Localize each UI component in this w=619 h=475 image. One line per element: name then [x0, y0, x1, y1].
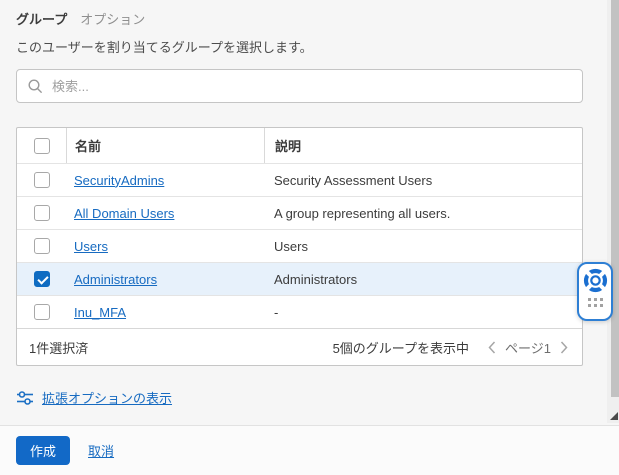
- group-description: Users: [264, 230, 582, 262]
- row-checkbox[interactable]: [34, 304, 50, 320]
- selected-count: 1件選択済: [29, 338, 88, 357]
- table-footer: 1件選択済 5個のグループを表示中 ページ1: [17, 328, 582, 365]
- showing-count: 5個のグループを表示中: [333, 338, 469, 357]
- tab-options[interactable]: オプション: [80, 9, 145, 28]
- action-bar: 作成 取消: [0, 426, 619, 475]
- create-button[interactable]: 作成: [16, 436, 70, 465]
- group-description: Security Assessment Users: [264, 164, 582, 196]
- show-advanced-options-link[interactable]: 拡張オプションの表示: [42, 388, 172, 407]
- group-name-link[interactable]: Inu_MFA: [74, 305, 126, 320]
- groups-table: 名前 説明 SecurityAdmins Security Assessment…: [16, 127, 583, 366]
- assign-groups-panel: グループ オプション このユーザーを割り当てるグループを選択します。 名前 説明…: [0, 0, 619, 475]
- table-row: Inu_MFA -: [17, 295, 582, 328]
- row-checkbox[interactable]: [34, 172, 50, 188]
- group-description: A group representing all users.: [264, 197, 582, 229]
- table-row: Administrators Administrators: [17, 262, 582, 295]
- group-search[interactable]: [16, 69, 583, 103]
- row-checkbox[interactable]: [34, 271, 50, 287]
- resize-grip[interactable]: [610, 412, 618, 420]
- drag-handle-dots-icon[interactable]: [588, 298, 603, 307]
- scroll-area: グループ オプション このユーザーを割り当てるグループを選択します。 名前 説明…: [0, 0, 619, 425]
- cancel-link[interactable]: 取消: [88, 441, 114, 460]
- search-icon: [27, 78, 43, 94]
- table-row: All Domain Users A group representing al…: [17, 196, 582, 229]
- group-name-link[interactable]: SecurityAdmins: [74, 173, 164, 188]
- select-all-checkbox[interactable]: [34, 138, 50, 154]
- group-description: -: [264, 296, 582, 328]
- chevron-right-icon[interactable]: [558, 339, 570, 356]
- column-header-description: 説明: [264, 128, 582, 163]
- group-name-link[interactable]: Administrators: [74, 272, 157, 287]
- lifebuoy-icon[interactable]: [582, 267, 609, 294]
- row-checkbox[interactable]: [34, 238, 50, 254]
- tab-bar: グループ オプション: [16, 9, 145, 28]
- sliders-icon: [16, 389, 34, 407]
- tab-groups[interactable]: グループ: [16, 9, 67, 28]
- table-header-row: 名前 説明: [17, 128, 582, 163]
- group-description: Administrators: [264, 263, 582, 295]
- group-name-link[interactable]: Users: [74, 239, 108, 254]
- table-row: SecurityAdmins Security Assessment Users: [17, 163, 582, 196]
- instruction-text: このユーザーを割り当てるグループを選択します。: [16, 37, 313, 56]
- chevron-left-icon[interactable]: [486, 339, 498, 356]
- help-floating-widget[interactable]: [577, 262, 613, 321]
- row-checkbox[interactable]: [34, 205, 50, 221]
- scrollbar-thumb[interactable]: [611, 0, 619, 397]
- search-input[interactable]: [52, 79, 572, 94]
- group-name-link[interactable]: All Domain Users: [74, 206, 174, 221]
- page-indicator: ページ1: [505, 338, 551, 357]
- advanced-options-row: 拡張オプションの表示: [16, 388, 172, 407]
- column-header-name: 名前: [66, 128, 264, 163]
- table-row: Users Users: [17, 229, 582, 262]
